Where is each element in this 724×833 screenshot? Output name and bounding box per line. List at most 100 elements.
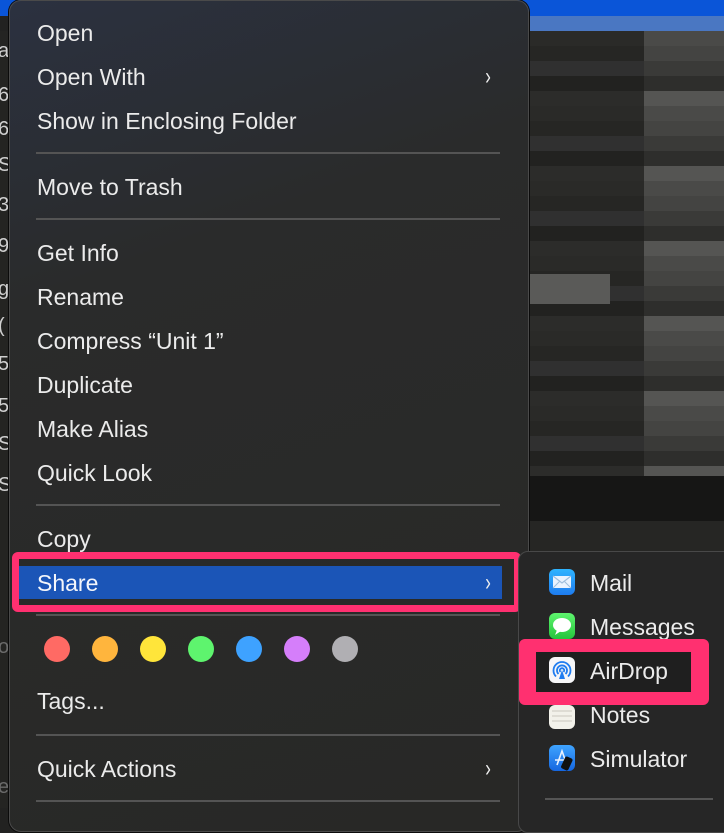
menu-separator	[36, 504, 500, 506]
tag-green[interactable]	[188, 636, 214, 662]
bg-pixel-block	[644, 421, 724, 436]
bg-pixel-block	[644, 211, 724, 226]
tag-orange[interactable]	[92, 636, 118, 662]
tag-red[interactable]	[44, 636, 70, 662]
bg-pixel-block	[530, 241, 644, 256]
bg-pixel-block	[644, 256, 724, 271]
finder-left-column: a 6 6 Sl 3 9 g ( 5: 5: Sl Sl o e	[0, 31, 9, 808]
bg-text: 5:	[0, 396, 8, 416]
bg-pixel-block	[644, 361, 724, 376]
submenu-item-airdrop[interactable]: AirDrop	[590, 656, 668, 686]
submenu-item-mail[interactable]: Mail	[590, 568, 632, 598]
finder-list-footer	[530, 476, 724, 521]
bg-text: Sl	[0, 155, 8, 175]
bg-pixel-block	[530, 256, 644, 271]
menu-item-compress[interactable]: Compress “Unit 1”	[37, 326, 224, 356]
bg-text: 5:	[0, 354, 8, 374]
menu-item-show-in-enclosing-folder[interactable]: Show in Enclosing Folder	[37, 106, 297, 136]
bg-pixel-block	[644, 121, 724, 136]
menu-item-open[interactable]: Open	[37, 18, 93, 48]
tag-purple[interactable]	[284, 636, 310, 662]
bg-pixel-block	[530, 331, 644, 346]
messages-icon	[549, 613, 575, 639]
bg-pixel-block	[530, 196, 644, 211]
bg-pixel-block	[530, 166, 644, 181]
submenu-item-notes[interactable]: Notes	[590, 700, 650, 730]
bg-pixel-block	[644, 151, 724, 166]
submenu-item-messages[interactable]: Messages	[590, 612, 695, 642]
bg-text: e	[0, 777, 8, 797]
bg-pixel-block	[530, 316, 644, 331]
menu-item-get-info[interactable]: Get Info	[37, 238, 119, 268]
bg-pixel-block	[530, 451, 644, 466]
tag-gray[interactable]	[332, 636, 358, 662]
chevron-right-icon: ›	[485, 755, 491, 782]
tag-blue[interactable]	[236, 636, 262, 662]
bg-pixel-block	[530, 76, 644, 91]
bg-pixel-block	[530, 46, 644, 61]
bg-pixel-block	[530, 436, 644, 451]
menu-item-copy[interactable]: Copy	[37, 524, 91, 554]
menu-item-make-alias[interactable]: Make Alias	[37, 414, 148, 444]
bg-pixel-block	[644, 46, 724, 61]
bg-pixel-block	[530, 346, 644, 361]
bg-pixel-block	[644, 406, 724, 421]
menu-item-tags[interactable]: Tags...	[37, 686, 105, 716]
bg-text: 3	[0, 195, 8, 215]
bg-pixel-block	[530, 421, 644, 436]
bg-pixel-block	[530, 274, 610, 304]
bg-pixel-block	[644, 181, 724, 196]
bg-text: Sl	[0, 475, 8, 495]
bg-pixel-block	[530, 91, 644, 106]
bg-pixel-block	[644, 61, 724, 76]
bg-pixel-block	[530, 151, 644, 166]
bg-pixel-block	[644, 31, 724, 46]
menu-item-duplicate[interactable]: Duplicate	[37, 370, 133, 400]
bg-pixel-block	[530, 31, 644, 46]
bg-text: o	[0, 637, 8, 657]
menu-separator	[36, 614, 500, 616]
menu-item-open-with[interactable]: Open With	[37, 62, 146, 92]
bg-pixel-block	[530, 121, 644, 136]
bg-pixel-block	[530, 106, 644, 121]
bg-pixel-block	[530, 136, 644, 151]
bg-text: (	[0, 316, 8, 336]
menu-separator	[36, 734, 500, 736]
bg-pixel-block	[644, 226, 724, 241]
mail-icon	[549, 569, 575, 595]
bg-pixel-block	[530, 226, 644, 241]
bg-text: g	[0, 279, 8, 299]
bg-pixel-block	[644, 376, 724, 391]
bg-text: Sl	[0, 434, 8, 454]
chevron-right-icon: ›	[485, 63, 491, 90]
submenu-separator	[545, 798, 713, 800]
menu-item-move-to-trash[interactable]: Move to Trash	[37, 172, 183, 202]
menu-item-rename[interactable]: Rename	[37, 282, 124, 312]
bg-pixel-block	[644, 331, 724, 346]
tag-yellow[interactable]	[140, 636, 166, 662]
chevron-right-icon: ›	[485, 569, 491, 596]
bg-pixel-block	[644, 286, 724, 301]
bg-text: a	[0, 41, 8, 61]
notes-icon	[549, 705, 575, 729]
bg-pixel-block	[644, 346, 724, 361]
bg-pixel-block	[644, 241, 724, 256]
bg-pixel-block	[644, 316, 724, 331]
simulator-icon	[549, 745, 575, 771]
bg-pixel-block	[530, 181, 644, 196]
bg-pixel-block	[644, 136, 724, 151]
bg-pixel-block	[530, 361, 644, 376]
menu-item-quick-actions[interactable]: Quick Actions	[37, 754, 176, 784]
bg-pixel-block	[530, 391, 644, 406]
menu-separator	[36, 218, 500, 220]
bg-pixel-block	[530, 211, 644, 226]
bg-pixel-block	[644, 106, 724, 121]
submenu-item-simulator[interactable]: Simulator	[590, 744, 687, 774]
menu-item-quick-look[interactable]: Quick Look	[37, 458, 152, 488]
bg-pixel-block	[644, 451, 724, 466]
bg-text: 6	[0, 119, 8, 139]
bg-pixel-block	[530, 61, 644, 76]
menu-item-share[interactable]: Share	[37, 568, 98, 598]
menu-separator	[36, 800, 500, 802]
finder-selected-row	[530, 16, 724, 31]
